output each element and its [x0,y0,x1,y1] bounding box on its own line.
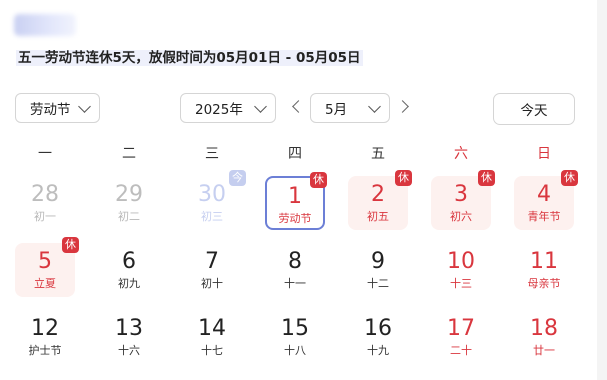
day-number: 6 [122,249,136,274]
year-select-label: 2025年 [195,102,243,118]
chevron-down-icon [254,99,267,113]
calendar-card: 五一劳动节连休5天，放假时间为05月01日 - 05月05日 劳动节 2025年… [0,0,595,380]
lunar-label: 母亲节 [527,277,561,290]
day-number: 11 [530,249,558,274]
chevron-down-icon [368,99,381,113]
today-badge: 今 [229,170,246,186]
lunar-label: 二十 [450,344,472,357]
day-cell[interactable]: 12 护士节 [15,310,75,364]
day-number: 13 [115,316,143,341]
weekday-label: 二 [122,146,136,162]
day-cell[interactable]: 8 十一 [265,243,325,297]
chevron-left-icon[interactable] [292,100,305,113]
lunar-label: 十六 [118,344,140,357]
day-cell[interactable]: 28 初一 [15,176,75,230]
lunar-label: 十八 [284,344,306,357]
rest-badge: 休 [561,170,578,186]
day-cell[interactable]: 4 青年节休 [514,170,578,230]
lunar-label: 初三 [201,210,223,223]
day-number: 28 [31,182,59,207]
day-cell[interactable]: 9 十二 [348,243,408,297]
day-cell[interactable]: 1 劳动节休 [265,172,327,230]
day-number: 18 [530,316,558,341]
lunar-label: 初二 [118,210,140,223]
day-number: 16 [364,316,392,341]
lunar-label: 初五 [367,210,389,223]
holiday-notice: 五一劳动节连休5天，放假时间为05月01日 - 05月05日 [16,48,363,68]
rest-badge: 休 [478,170,495,186]
holiday-notice-text: 五一劳动节连休5天，放假时间为05月01日 - 05月05日 [16,50,363,66]
lunar-label: 立夏 [34,277,56,290]
lunar-label: 十七 [201,344,223,357]
rest-badge: 休 [395,170,412,186]
scrollbar[interactable] [597,0,607,380]
chevron-right-icon[interactable] [396,100,409,113]
weekday-label: 日 [537,146,551,162]
blurred-title [14,14,76,36]
lunar-label: 劳动节 [278,212,312,225]
lunar-label: 十三 [450,277,472,290]
day-cell[interactable]: 29 初二 [99,176,159,230]
holiday-select[interactable]: 劳动节 [15,93,100,123]
day-number: 9 [371,249,385,274]
weekday-label: 一 [38,146,52,162]
day-cell[interactable]: 17 二十 [431,310,491,364]
lunar-label: 初一 [34,210,56,223]
weekday-label: 六 [454,146,468,162]
day-cell[interactable]: 16 十九 [348,310,408,364]
lunar-label: 初六 [450,210,472,223]
day-cell[interactable]: 2 初五休 [348,170,412,230]
day-cell[interactable]: 18 廿一 [514,310,574,364]
year-select[interactable]: 2025年 [180,93,276,123]
weekday-label: 四 [288,146,302,162]
day-cell[interactable]: 7 初十 [182,243,242,297]
day-number: 7 [205,249,219,274]
rest-badge: 休 [62,237,79,253]
lunar-label: 青年节 [527,210,561,223]
month-select-label: 5月 [325,102,348,118]
day-cell[interactable]: 11 母亲节 [514,243,574,297]
lunar-label: 十二 [367,277,389,290]
lunar-label: 十九 [367,344,389,357]
day-number: 10 [447,249,475,274]
lunar-label: 初九 [118,277,140,290]
day-cell[interactable]: 14 十七 [182,310,242,364]
day-cell[interactable]: 5 立夏休 [15,237,79,297]
day-number: 12 [31,316,59,341]
rest-badge: 休 [310,172,327,188]
day-number: 14 [198,316,226,341]
lunar-label: 十一 [284,277,306,290]
day-cell[interactable]: 3 初六休 [431,170,495,230]
day-number: 17 [447,316,475,341]
day-number: 8 [288,249,302,274]
today-button[interactable]: 今天 [493,93,575,125]
day-cell[interactable]: 10 十三 [431,243,491,297]
month-select[interactable]: 5月 [310,93,390,123]
day-cell[interactable]: 13 十六 [99,310,159,364]
day-cell[interactable]: 15 十八 [265,310,325,364]
lunar-label: 初十 [201,277,223,290]
day-number: 15 [281,316,309,341]
weekday-label: 五 [371,146,385,162]
weekday-label: 三 [205,146,219,162]
day-cell[interactable]: 6 初九 [99,243,159,297]
holiday-select-label: 劳动节 [30,102,71,118]
day-number: 29 [115,182,143,207]
lunar-label: 护士节 [28,344,62,357]
lunar-label: 廿一 [533,344,555,357]
day-cell[interactable]: 30 初三今 [182,170,246,230]
chevron-down-icon [78,99,91,113]
